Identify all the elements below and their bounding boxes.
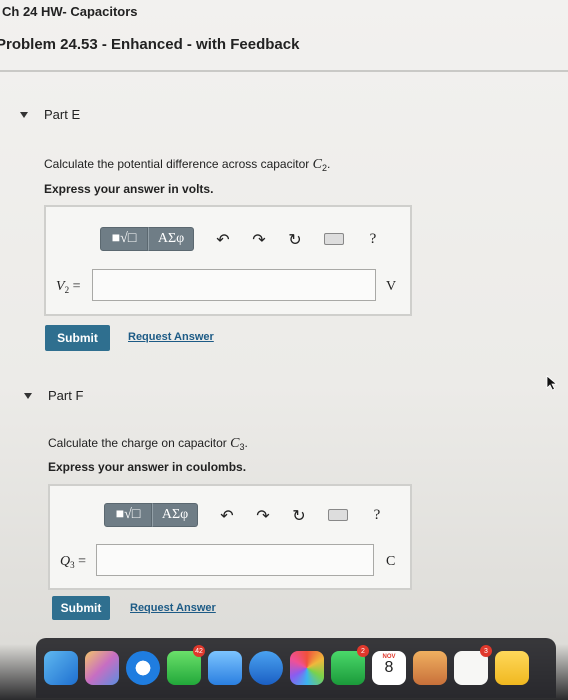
notes-icon[interactable]: [495, 651, 529, 685]
part-e-instruction: Express your answer in volts.: [44, 182, 214, 196]
greek-symbols-button[interactable]: ΑΣφ: [152, 503, 198, 527]
launchpad-icon[interactable]: [85, 651, 119, 685]
header-divider: [0, 70, 568, 72]
messages-icon[interactable]: 42: [167, 645, 205, 685]
keyboard-icon[interactable]: [324, 233, 344, 245]
mac-dock: 42 2 NOV 8 3: [36, 638, 556, 698]
part-f-toggle[interactable]: Part F: [24, 388, 83, 403]
part-f-label: Part F: [48, 388, 84, 403]
greek-symbols-button[interactable]: ΑΣφ: [148, 227, 194, 251]
templates-button[interactable]: ■√□: [104, 503, 152, 527]
request-answer-link-part-f[interactable]: Request Answer: [130, 602, 216, 614]
answer-variable-label: V2 =: [56, 279, 80, 295]
question-subscript: 3: [239, 442, 245, 452]
photos-icon[interactable]: [290, 651, 324, 685]
reset-icon[interactable]: ↻: [288, 230, 302, 249]
unit-label: V: [386, 279, 397, 294]
redo-icon[interactable]: ↷: [256, 506, 270, 525]
help-icon[interactable]: ?: [370, 507, 384, 524]
submit-button-part-e[interactable]: Submit: [45, 325, 110, 351]
input-variable: V: [56, 279, 65, 294]
contacts-icon[interactable]: [413, 651, 447, 685]
caret-down-icon: [20, 111, 28, 118]
reminders-badge: 3: [480, 645, 492, 657]
question-variable: C: [312, 157, 322, 172]
request-answer-link-part-e[interactable]: Request Answer: [128, 331, 214, 343]
redo-icon[interactable]: ↷: [252, 230, 266, 249]
input-variable: Q: [60, 554, 71, 569]
caret-down-icon: [24, 392, 32, 399]
input-subscript: 2: [64, 285, 70, 295]
finder-icon[interactable]: [44, 651, 78, 685]
part-e-answer-box: ■√□ ΑΣφ ↶ ↷ ↻ ? V2 = V: [44, 205, 412, 316]
mail-badge: 2: [357, 645, 369, 657]
reset-icon[interactable]: ↻: [292, 506, 306, 525]
calendar-icon[interactable]: NOV 8: [372, 651, 406, 685]
math-toolbar: ■√□ ΑΣφ ↶ ↷ ↻ ?: [100, 227, 380, 251]
mouse-pointer-icon: [546, 375, 558, 391]
part-f-instruction: Express your answer in coulombs.: [48, 460, 247, 474]
unit-label: C: [386, 554, 396, 569]
help-icon[interactable]: ?: [366, 231, 380, 248]
answer-input-v2[interactable]: [92, 269, 376, 301]
breadcrumb[interactable]: Ch 24 HW- Capacitors: [2, 4, 138, 19]
part-e-question: Calculate the potential difference acros…: [44, 157, 331, 173]
page-title: Problem 24.53 - Enhanced - with Feedback: [0, 36, 300, 53]
undo-icon[interactable]: ↶: [216, 230, 230, 249]
app-store-icon[interactable]: [249, 651, 283, 685]
templates-button[interactable]: ■√□: [100, 227, 148, 251]
question-text: Calculate the potential difference acros…: [44, 157, 313, 171]
submit-button-part-f[interactable]: Submit: [52, 596, 110, 620]
facetime-badge: 42: [193, 645, 205, 657]
question-subscript: 2: [321, 163, 327, 173]
part-f-question: Calculate the charge on capacitor C3.: [48, 436, 248, 452]
calendar-day: 8: [384, 659, 394, 676]
keyboard-icon[interactable]: [328, 509, 348, 521]
part-e-label: Part E: [44, 107, 81, 122]
undo-icon[interactable]: ↶: [220, 506, 234, 525]
facetime-icon[interactable]: 2: [331, 645, 369, 685]
equals-sign: =: [78, 554, 87, 569]
answer-input-q3[interactable]: [96, 544, 374, 576]
safari-icon[interactable]: [126, 651, 160, 685]
math-toolbar: ■√□ ΑΣφ ↶ ↷ ↻ ?: [104, 503, 384, 527]
input-subscript: 3: [70, 560, 75, 570]
browser-page: Ch 24 HW- Capacitors Problem 24.53 - Enh…: [0, 0, 568, 700]
part-f-answer-box: ■√□ ΑΣφ ↶ ↷ ↻ ? Q3 = C: [48, 484, 412, 590]
equals-sign: =: [72, 279, 81, 294]
question-text: Calculate the charge on capacitor: [48, 436, 231, 450]
mail-icon[interactable]: [208, 651, 242, 685]
answer-variable-label: Q3 =: [60, 554, 86, 570]
reminders-icon[interactable]: 3: [454, 645, 492, 685]
part-e-toggle[interactable]: Part E: [20, 107, 80, 122]
